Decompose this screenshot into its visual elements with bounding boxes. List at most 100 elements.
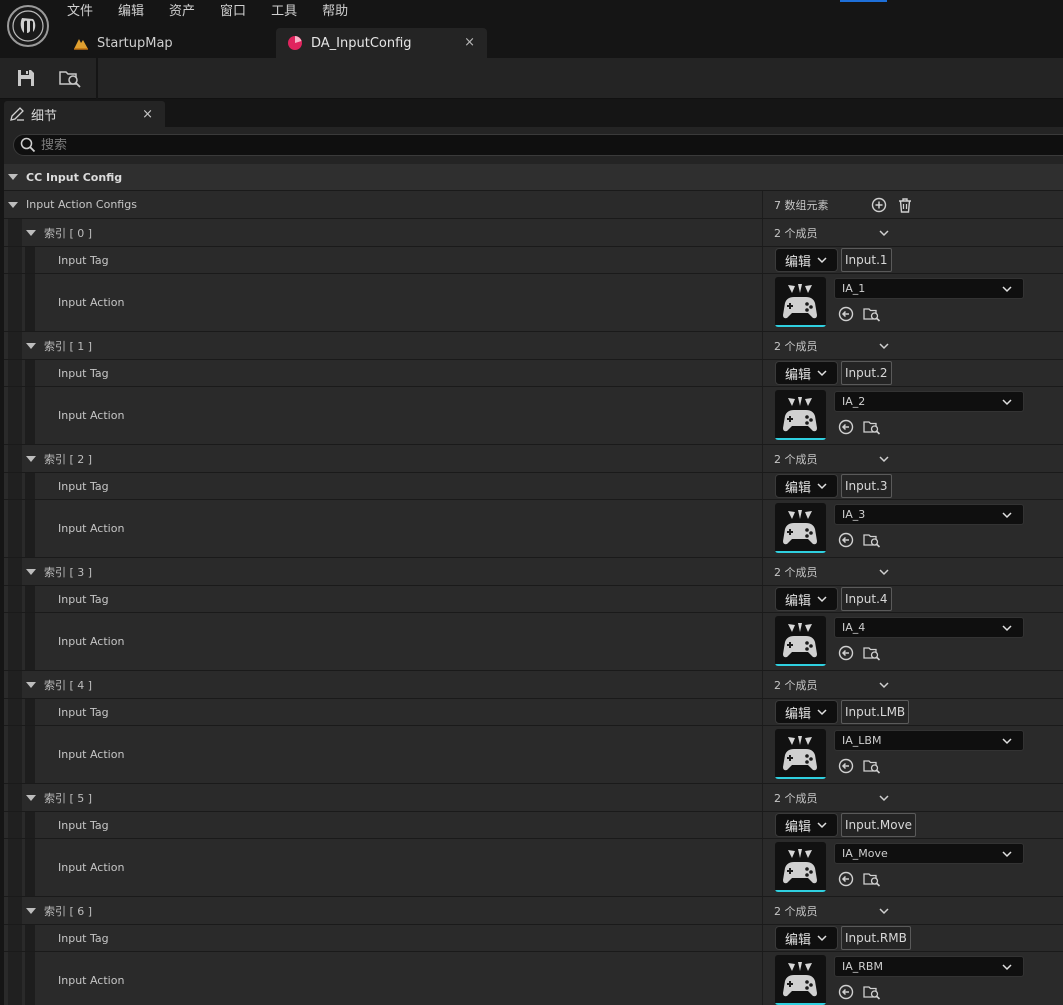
search-input[interactable] [41, 137, 941, 153]
edit-tag-button[interactable]: 编辑 [775, 248, 838, 272]
array-element-row[interactable]: 索引 [ 0 ] 2 个成员 [4, 219, 1063, 247]
asset-thumbnail[interactable] [775, 616, 826, 666]
tab-startup-map[interactable]: StartupMap [62, 28, 272, 58]
collapse-arrow-icon[interactable] [26, 229, 36, 236]
array-element-row[interactable]: 索引 [ 1 ] 2 个成员 [4, 332, 1063, 360]
use-selected-icon[interactable] [837, 305, 855, 323]
column-divider[interactable] [762, 274, 763, 331]
asset-picker-combo[interactable]: IA_3 [834, 504, 1024, 525]
close-icon[interactable]: × [142, 107, 153, 122]
column-divider[interactable] [762, 500, 763, 557]
add-element-icon[interactable] [870, 196, 888, 214]
unreal-logo-icon[interactable] [7, 5, 49, 47]
collapse-arrow-icon[interactable] [26, 907, 36, 914]
menu-window[interactable]: 窗口 [213, 0, 253, 24]
asset-picker-combo[interactable]: IA_4 [834, 617, 1024, 638]
column-divider[interactable] [762, 360, 763, 386]
column-divider[interactable] [762, 558, 763, 585]
gameplay-tag-value[interactable]: Input.2 [841, 361, 892, 385]
collapse-arrow-icon[interactable] [26, 794, 36, 801]
browse-asset-icon[interactable] [863, 870, 881, 888]
array-element-row[interactable]: 索引 [ 5 ] 2 个成员 [4, 784, 1063, 812]
column-divider[interactable] [762, 473, 763, 499]
column-divider[interactable] [762, 219, 763, 246]
column-divider[interactable] [762, 586, 763, 612]
column-divider[interactable] [762, 812, 763, 838]
asset-picker-combo[interactable]: IA_Move [834, 843, 1024, 864]
browse-asset-icon[interactable] [863, 644, 881, 662]
gameplay-tag-value[interactable]: Input.LMB [841, 700, 910, 724]
use-selected-icon[interactable] [837, 983, 855, 1001]
column-divider[interactable] [762, 671, 763, 698]
asset-picker-combo[interactable]: IA_RBM [834, 956, 1024, 977]
menu-edit[interactable]: 编辑 [111, 0, 151, 24]
asset-thumbnail[interactable] [775, 729, 826, 779]
browse-asset-icon[interactable] [863, 305, 881, 323]
column-divider[interactable] [762, 613, 763, 670]
chevron-down-icon[interactable] [875, 676, 893, 694]
collapse-arrow-icon[interactable] [26, 455, 36, 462]
asset-picker-combo[interactable]: IA_2 [834, 391, 1024, 412]
use-selected-icon[interactable] [837, 418, 855, 436]
column-divider[interactable] [762, 247, 763, 273]
menu-help[interactable]: 帮助 [315, 0, 355, 24]
collapse-arrow-icon[interactable] [26, 568, 36, 575]
trash-icon[interactable] [896, 196, 914, 214]
gameplay-tag-value[interactable]: Input.1 [841, 248, 892, 272]
column-divider[interactable] [762, 191, 763, 218]
column-divider[interactable] [762, 445, 763, 472]
edit-tag-button[interactable]: 编辑 [775, 813, 838, 837]
use-selected-icon[interactable] [837, 644, 855, 662]
column-divider[interactable] [762, 332, 763, 359]
array-property-row[interactable]: Input Action Configs 7 数组元素 [4, 191, 1063, 219]
asset-picker-combo[interactable]: IA_1 [834, 278, 1024, 299]
asset-thumbnail[interactable] [775, 842, 826, 892]
category-header[interactable]: CC Input Config [4, 164, 1063, 191]
column-divider[interactable] [762, 839, 763, 896]
browse-asset-icon[interactable] [863, 531, 881, 549]
menu-asset[interactable]: 资产 [162, 0, 202, 24]
chevron-down-icon[interactable] [875, 450, 893, 468]
asset-thumbnail[interactable] [775, 390, 826, 440]
browse-asset-icon[interactable] [863, 418, 881, 436]
edit-tag-button[interactable]: 编辑 [775, 474, 838, 498]
column-divider[interactable] [762, 699, 763, 725]
save-icon[interactable] [13, 66, 39, 90]
gameplay-tag-value[interactable]: Input.RMB [841, 926, 911, 950]
edit-tag-button[interactable]: 编辑 [775, 587, 838, 611]
menu-file[interactable]: 文件 [60, 0, 100, 24]
array-element-row[interactable]: 索引 [ 4 ] 2 个成员 [4, 671, 1063, 699]
asset-thumbnail[interactable] [775, 955, 826, 1005]
asset-thumbnail[interactable] [775, 503, 826, 553]
chevron-down-icon[interactable] [875, 789, 893, 807]
menu-tools[interactable]: 工具 [264, 0, 304, 24]
edit-tag-button[interactable]: 编辑 [775, 926, 838, 950]
array-element-row[interactable]: 索引 [ 6 ] 2 个成员 [4, 897, 1063, 925]
chevron-down-icon[interactable] [875, 337, 893, 355]
chevron-down-icon[interactable] [875, 563, 893, 581]
use-selected-icon[interactable] [837, 531, 855, 549]
collapse-arrow-icon[interactable] [8, 174, 18, 180]
tab-details[interactable]: 细节 × [4, 101, 165, 127]
edit-tag-button[interactable]: 编辑 [775, 700, 838, 724]
browse-asset-icon[interactable] [863, 757, 881, 775]
collapse-arrow-icon[interactable] [8, 201, 18, 208]
use-selected-icon[interactable] [837, 870, 855, 888]
array-element-row[interactable]: 索引 [ 2 ] 2 个成员 [4, 445, 1063, 473]
column-divider[interactable] [762, 726, 763, 783]
tab-da-inputconfig[interactable]: DA_InputConfig × [276, 28, 487, 58]
gameplay-tag-value[interactable]: Input.Move [841, 813, 917, 837]
asset-thumbnail[interactable] [775, 277, 826, 327]
edit-tag-button[interactable]: 编辑 [775, 361, 838, 385]
gameplay-tag-value[interactable]: Input.4 [841, 587, 892, 611]
use-selected-icon[interactable] [837, 757, 855, 775]
column-divider[interactable] [762, 784, 763, 811]
browse-asset-icon[interactable] [863, 983, 881, 1001]
gameplay-tag-value[interactable]: Input.3 [841, 474, 892, 498]
chevron-down-icon[interactable] [875, 224, 893, 242]
chevron-down-icon[interactable] [875, 902, 893, 920]
collapse-arrow-icon[interactable] [26, 681, 36, 688]
close-icon[interactable]: × [464, 35, 475, 50]
column-divider[interactable] [762, 387, 763, 444]
collapse-arrow-icon[interactable] [26, 342, 36, 349]
